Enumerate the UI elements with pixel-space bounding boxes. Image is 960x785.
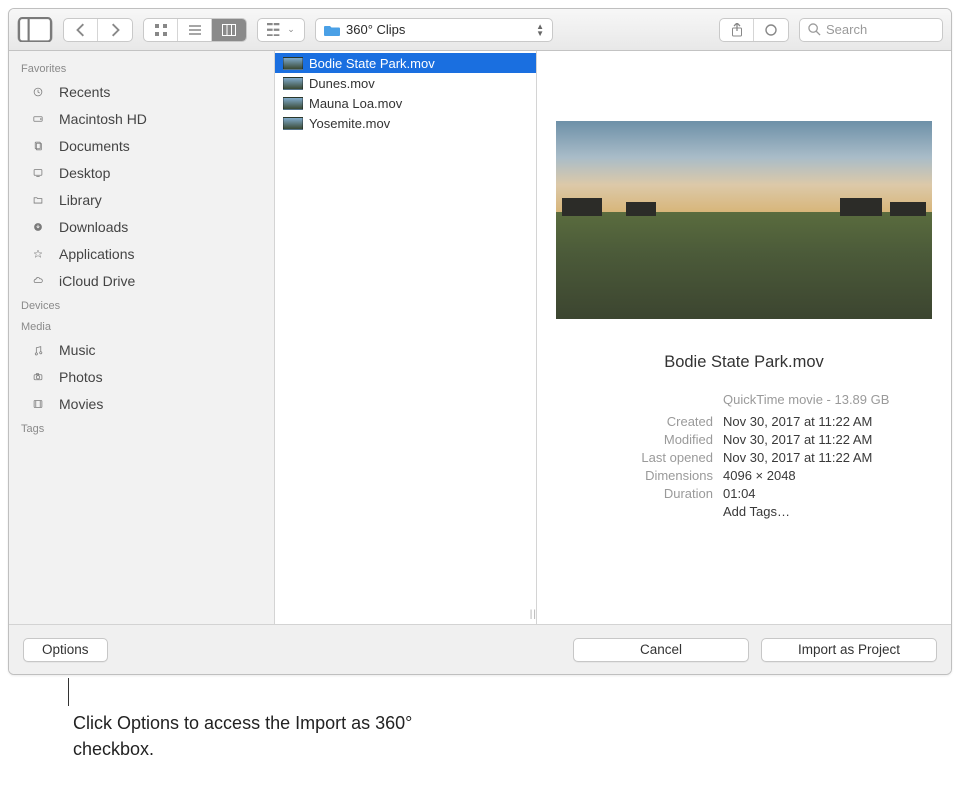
file-list-column: Bodie State Park.mov Dunes.mov Mauna Loa… <box>275 51 537 624</box>
sidebar-item-desktop[interactable]: Desktop <box>9 159 274 186</box>
path-popup[interactable]: 360° Clips ▲▼ <box>315 18 553 42</box>
sidebar: Favorites Recents Macintosh HD Documents… <box>9 51 275 624</box>
cancel-button[interactable]: Cancel <box>573 638 749 662</box>
view-mode-group <box>143 18 247 42</box>
preview-image <box>556 121 932 319</box>
preview-title: Bodie State Park.mov <box>551 353 937 372</box>
dialog-footer: Options Cancel Import as Project <box>9 624 951 674</box>
search-icon <box>808 23 821 36</box>
dialog-body: Favorites Recents Macintosh HD Documents… <box>9 51 951 624</box>
download-icon <box>33 218 51 236</box>
nav-back-forward <box>63 18 133 42</box>
search-placeholder: Search <box>826 22 867 37</box>
folder-icon <box>33 191 51 209</box>
tags-button[interactable] <box>754 19 788 41</box>
import-button[interactable]: Import as Project <box>761 638 937 662</box>
preview-metadata: QuickTime movie - 13.89 GB Created Nov 3… <box>551 392 937 519</box>
desktop-icon <box>33 164 51 182</box>
applications-icon <box>33 245 51 263</box>
callout-leader-line <box>68 678 69 706</box>
clock-icon <box>33 83 51 101</box>
add-tags-link[interactable]: Add Tags… <box>723 504 933 519</box>
view-column-button[interactable] <box>212 19 246 41</box>
sidebar-item-icloud-drive[interactable]: iCloud Drive <box>9 267 274 294</box>
preview-duration: 01:04 <box>723 486 933 501</box>
sidebar-item-applications[interactable]: Applications <box>9 240 274 267</box>
view-icon-button[interactable] <box>144 19 178 41</box>
sidebar-toggle-button[interactable] <box>17 18 53 42</box>
sidebar-item-library[interactable]: Library <box>9 186 274 213</box>
toolbar: ⌄ 360° Clips ▲▼ Search <box>9 9 951 51</box>
preview-column: Bodie State Park.mov QuickTime movie - 1… <box>537 51 951 624</box>
file-row[interactable]: Mauna Loa.mov <box>275 93 536 113</box>
video-thumb-icon <box>283 57 303 70</box>
share-tags-group <box>719 18 789 42</box>
preview-dimensions: 4096 × 2048 <box>723 468 933 483</box>
file-row[interactable]: Bodie State Park.mov <box>275 53 536 73</box>
cloud-icon <box>33 272 51 290</box>
file-row[interactable]: Dunes.mov <box>275 73 536 93</box>
sidebar-item-photos[interactable]: Photos <box>9 363 274 390</box>
forward-button[interactable] <box>98 19 132 41</box>
music-icon <box>33 341 51 359</box>
back-button[interactable] <box>64 19 98 41</box>
group-by-button[interactable]: ⌄ <box>257 18 305 42</box>
open-dialog: ⌄ 360° Clips ▲▼ Search Favorites <box>8 8 952 675</box>
options-button[interactable]: Options <box>23 638 108 662</box>
preview-created: Nov 30, 2017 at 11:22 AM <box>723 414 933 429</box>
preview-last-opened: Nov 30, 2017 at 11:22 AM <box>723 450 933 465</box>
film-icon <box>33 395 51 413</box>
sidebar-item-downloads[interactable]: Downloads <box>9 213 274 240</box>
camera-icon <box>33 368 51 386</box>
search-field[interactable]: Search <box>799 18 943 42</box>
column-resize-handle[interactable]: || <box>530 609 537 620</box>
tags-heading: Tags <box>9 417 274 438</box>
sidebar-item-movies[interactable]: Movies <box>9 390 274 417</box>
favorites-heading: Favorites <box>9 57 274 78</box>
preview-kind-size: QuickTime movie - 13.89 GB <box>723 392 933 407</box>
share-button[interactable] <box>720 19 754 41</box>
sidebar-item-recents[interactable]: Recents <box>9 78 274 105</box>
chevron-down-icon: ⌄ <box>287 24 295 35</box>
sidebar-item-music[interactable]: Music <box>9 336 274 363</box>
media-heading: Media <box>9 315 274 336</box>
sidebar-item-macintosh-hd[interactable]: Macintosh HD <box>9 105 274 132</box>
view-list-button[interactable] <box>178 19 212 41</box>
documents-icon <box>33 137 51 155</box>
callout-text: Click Options to access the Import as 36… <box>73 710 493 762</box>
path-label: 360° Clips <box>346 22 530 37</box>
harddrive-icon <box>33 110 51 128</box>
popup-arrows-icon: ▲▼ <box>536 23 544 37</box>
devices-heading: Devices <box>9 294 274 315</box>
video-thumb-icon <box>283 117 303 130</box>
video-thumb-icon <box>283 97 303 110</box>
sidebar-item-documents[interactable]: Documents <box>9 132 274 159</box>
folder-icon <box>324 23 340 36</box>
video-thumb-icon <box>283 77 303 90</box>
file-row[interactable]: Yosemite.mov <box>275 113 536 133</box>
preview-modified: Nov 30, 2017 at 11:22 AM <box>723 432 933 447</box>
